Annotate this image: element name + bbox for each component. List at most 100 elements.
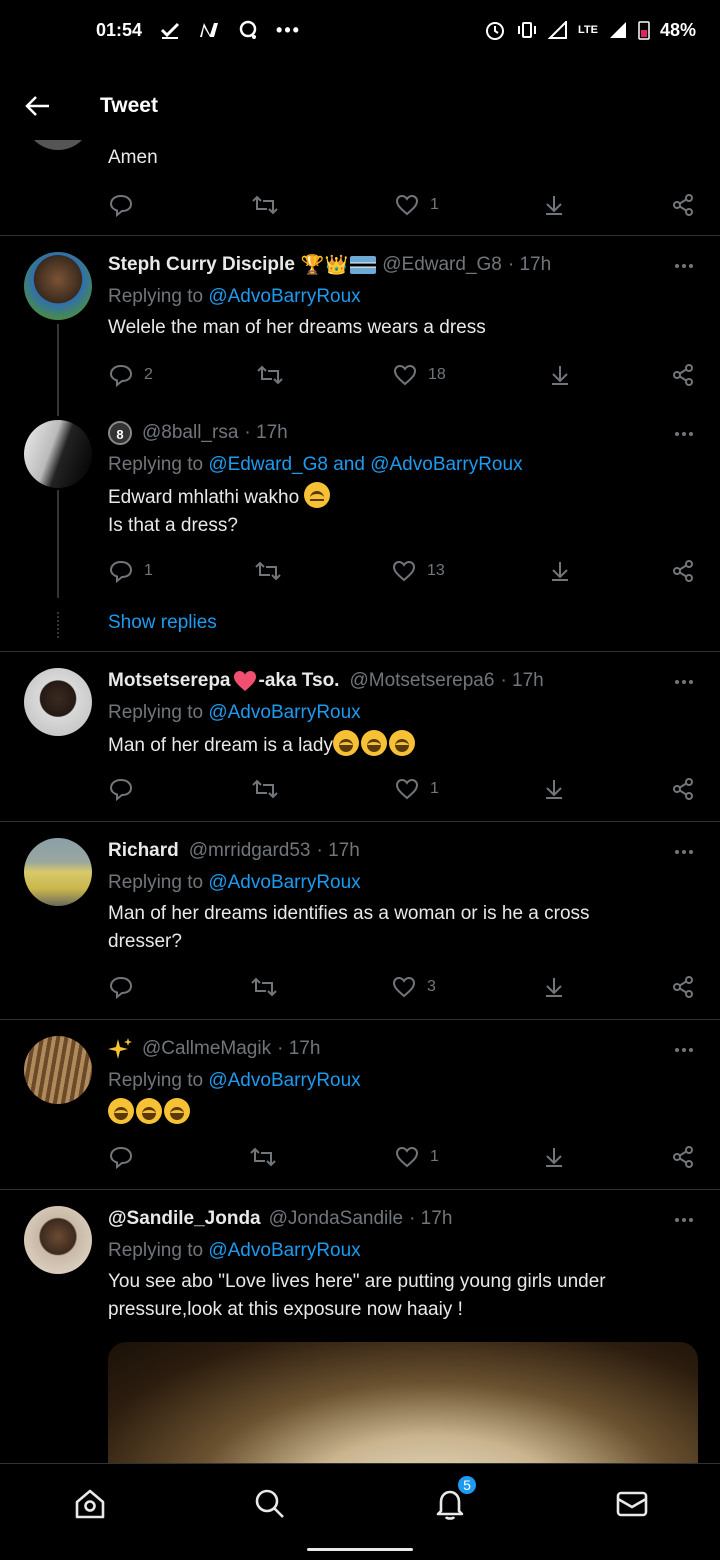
nav-messages[interactable] <box>610 1482 654 1526</box>
retweet-button[interactable] <box>256 360 284 390</box>
more-options-button[interactable] <box>672 670 696 694</box>
display-name[interactable]: @Sandile_Jonda <box>108 1208 261 1230</box>
like-button[interactable]: 1 <box>394 190 439 220</box>
reply-button[interactable] <box>108 774 134 804</box>
laughing-emoji-icon <box>164 1098 190 1124</box>
tweet-header: 8 @8ball_rsa · 17h <box>108 418 660 448</box>
handle[interactable]: @Edward_G8 <box>382 254 502 276</box>
like-button[interactable]: 3 <box>391 972 436 1002</box>
mention-link[interactable]: @AdvoBarryRoux <box>208 872 360 893</box>
share-button[interactable] <box>671 190 695 220</box>
retweet-button[interactable] <box>254 556 282 586</box>
download-button[interactable] <box>548 556 572 586</box>
share-icon <box>673 194 693 216</box>
download-button[interactable] <box>542 774 566 804</box>
like-button[interactable]: 1 <box>394 1142 439 1172</box>
more-options-button[interactable] <box>672 1208 696 1232</box>
avatar[interactable] <box>24 140 92 150</box>
tweet-header: Steph Curry Disciple 🏆 👑 @Edward_G8 · 17… <box>108 250 660 280</box>
back-button[interactable] <box>0 72 76 140</box>
tweet-actions: 1 13 <box>108 556 698 586</box>
nav-home[interactable] <box>68 1482 112 1526</box>
laughing-emoji-icon <box>360 730 387 756</box>
handle[interactable]: @Motsetserepa6 <box>349 670 494 692</box>
tweet-header: Motsetserepa -aka Tso. @Motsetserepa6 · … <box>108 666 660 696</box>
handle[interactable]: @CallmeMagik <box>142 1038 271 1060</box>
handle[interactable]: @8ball_rsa <box>142 422 238 444</box>
like-count: 1 <box>430 1148 439 1165</box>
timestamp[interactable]: · 17h <box>316 840 359 862</box>
home-indicator[interactable] <box>307 1548 413 1551</box>
display-name[interactable]: Motsetserepa <box>108 670 231 692</box>
more-options-button[interactable] <box>672 422 696 446</box>
share-button[interactable] <box>671 556 695 586</box>
tweet-text: Edward mhlathi wakho Is that a dress? <box>108 482 660 540</box>
share-button[interactable] <box>671 1142 695 1172</box>
divider <box>0 651 720 652</box>
share-icon <box>673 778 693 800</box>
reply-button[interactable] <box>108 1142 134 1172</box>
heart-icon <box>393 364 417 386</box>
replies-feed[interactable]: Amen 1 Steph Curry Disciple 🏆 👑 @Edward_… <box>0 140 720 1463</box>
timestamp[interactable]: · 17h <box>500 670 543 692</box>
display-name[interactable]: Steph Curry Disciple <box>108 254 295 276</box>
timestamp[interactable]: · 17h <box>277 1038 320 1060</box>
download-icon <box>546 780 562 799</box>
like-button[interactable]: 18 <box>392 360 446 390</box>
reply-count: 2 <box>144 366 153 383</box>
like-button[interactable]: 1 <box>394 774 439 804</box>
news-icon <box>200 23 219 37</box>
reply-button[interactable]: 1 <box>108 556 153 586</box>
avatar[interactable] <box>24 1206 92 1274</box>
timestamp[interactable]: · 17h <box>409 1208 452 1230</box>
avatar[interactable] <box>24 838 92 906</box>
download-button[interactable] <box>548 360 572 390</box>
retweet-button[interactable] <box>249 1142 277 1172</box>
nav-notifications[interactable]: 5 <box>428 1474 478 1526</box>
nav-search[interactable] <box>248 1482 292 1526</box>
display-name-suffix[interactable]: -aka Tso. <box>259 670 340 692</box>
handle[interactable]: @mrridgard53 <box>189 840 311 862</box>
avatar[interactable] <box>24 668 92 736</box>
avatar[interactable] <box>24 1036 92 1104</box>
reply-button[interactable]: 2 <box>108 360 153 390</box>
download-button[interactable] <box>542 972 566 1002</box>
timestamp[interactable]: · 17h <box>508 254 551 276</box>
retweet-button[interactable] <box>251 774 279 804</box>
share-button[interactable] <box>671 972 695 1002</box>
mention-link[interactable]: @AdvoBarryRoux <box>208 1070 360 1091</box>
heart-icon <box>395 778 419 800</box>
notification-badge: 5 <box>456 1474 478 1496</box>
share-button[interactable] <box>671 774 695 804</box>
divider <box>0 1019 720 1020</box>
mention-link[interactable]: @AdvoBarryRoux <box>208 702 360 723</box>
reply-button[interactable] <box>108 972 134 1002</box>
heart-emoji-icon <box>233 671 256 691</box>
avatar[interactable] <box>24 252 92 320</box>
show-replies-link[interactable]: Show replies <box>108 612 217 634</box>
more-options-button[interactable] <box>672 1038 696 1062</box>
8ball-icon: 8 <box>108 421 132 445</box>
top-bar: Tweet <box>0 72 720 140</box>
like-button[interactable]: 13 <box>391 556 445 586</box>
ellipsis-icon <box>675 1048 693 1052</box>
download-button[interactable] <box>542 190 566 220</box>
home-icon <box>75 1489 105 1519</box>
retweet-icon <box>252 779 278 799</box>
mention-link[interactable]: @AdvoBarryRoux <box>208 286 360 307</box>
mention-link[interactable]: @Edward_G8 and @AdvoBarryRoux <box>208 454 522 475</box>
handle[interactable]: @JondaSandile <box>269 1208 403 1230</box>
more-options-button[interactable] <box>672 840 696 864</box>
download-button[interactable] <box>542 1142 566 1172</box>
timestamp[interactable]: · 17h <box>244 422 287 444</box>
reply-button[interactable] <box>108 190 134 220</box>
more-options-button[interactable] <box>672 254 696 278</box>
retweet-button[interactable] <box>251 190 279 220</box>
tweet-media-image[interactable] <box>108 1342 698 1463</box>
display-name[interactable]: Richard <box>108 840 179 862</box>
search-icon <box>255 1489 284 1518</box>
mention-link[interactable]: @AdvoBarryRoux <box>208 1240 360 1261</box>
retweet-button[interactable] <box>250 972 278 1002</box>
share-button[interactable] <box>671 360 695 390</box>
avatar[interactable] <box>24 420 92 488</box>
